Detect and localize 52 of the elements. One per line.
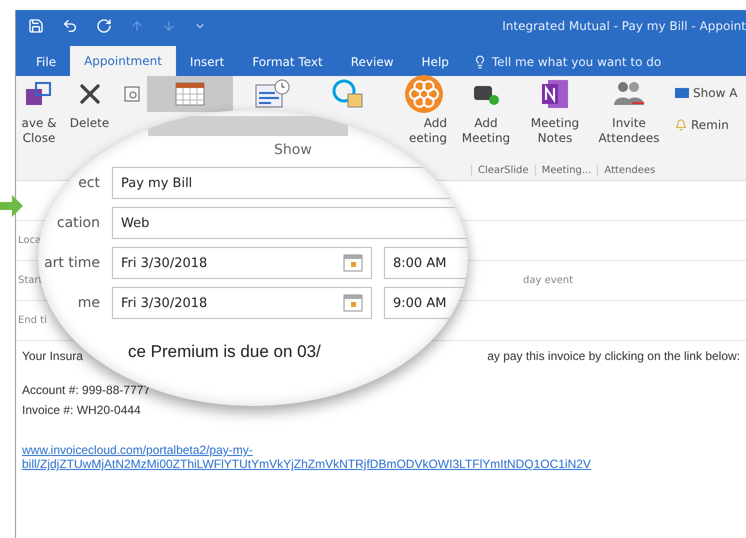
all-day-label: day event	[523, 275, 574, 286]
group-label: ClearSlide	[471, 164, 535, 176]
reminder-button[interactable]: Remin	[675, 118, 738, 132]
field-label: End ti	[17, 315, 48, 326]
field-label: me	[78, 295, 100, 311]
button-label: ave & Close	[21, 116, 56, 146]
button-label: Add Meeting	[462, 116, 510, 146]
body-text: Account #: 999-88-7777	[22, 383, 152, 397]
field-label: ect	[78, 175, 100, 191]
text-field[interactable]: Fri 3/30/2018	[112, 247, 372, 279]
text-field[interactable]: Fri 3/30/2018	[112, 287, 372, 319]
bell-icon	[675, 119, 687, 131]
group-label: Meeting...	[534, 164, 598, 176]
button-label: Add eeting	[408, 116, 447, 146]
payment-link[interactable]: www.invoicecloud.com/portalbeta2/pay-my-	[22, 443, 740, 457]
arrow-icon	[0, 194, 24, 218]
ribbon-tab[interactable]: Insert	[176, 48, 238, 76]
show-as-button[interactable]: Show A	[675, 86, 738, 100]
ribbon-tab[interactable]: Format Text	[238, 48, 337, 76]
show-as-icon	[675, 88, 689, 98]
time-field[interactable]: 8:00 AM	[384, 247, 468, 279]
body-text: ce Premium is due on 03/	[128, 342, 321, 362]
text-field[interactable]: Web	[112, 207, 468, 239]
body-text: Invoice #: WH20-0444	[22, 403, 142, 417]
field-label: art time	[44, 255, 100, 271]
calendar-icon	[175, 82, 205, 106]
group-label: Show	[274, 142, 312, 158]
button-label: Meeting Notes	[530, 116, 580, 146]
ribbon-button[interactable]	[147, 76, 233, 112]
redo-icon[interactable]	[96, 18, 112, 34]
field-label: Loca	[17, 235, 42, 246]
button-label: Invite Attendees	[598, 116, 660, 146]
field-label: cation	[56, 215, 100, 231]
print-preview-icon	[124, 86, 140, 102]
button-label: Delete	[70, 116, 110, 131]
skype-meeting-icon	[332, 79, 364, 109]
tell-me-field[interactable]: Tell me what you want to do	[492, 55, 662, 69]
calendar-icon	[343, 254, 363, 272]
calendar-icon	[343, 294, 363, 312]
save-icon[interactable]	[28, 18, 44, 34]
window-title: Integrated Mutual - Pay my Bill - Appoint	[502, 19, 746, 33]
ribbon-tab[interactable]: File	[22, 48, 70, 76]
schedule-icon	[255, 79, 291, 109]
body-text: ay pay this invoice by clicking on the link below:	[487, 349, 740, 363]
ribbon-tab[interactable]: Help	[408, 48, 463, 76]
ribbon-tab[interactable]: Appointment	[70, 46, 176, 76]
body-text: Your Insura	[22, 349, 83, 363]
field-label: Start	[17, 275, 44, 286]
group-label: Attendees	[597, 164, 662, 176]
ribbon-tab[interactable]: Review	[336, 48, 408, 76]
undo-icon[interactable]	[62, 18, 78, 34]
payment-link[interactable]: bill/ZjdjZTUwMjAtN2MzMi00ZThiLWFlYTUtYmVkYjZhZmVkNTRjfDBmODVkOWI3LTFlYmItNDQ1OC1iN2V	[22, 457, 740, 471]
